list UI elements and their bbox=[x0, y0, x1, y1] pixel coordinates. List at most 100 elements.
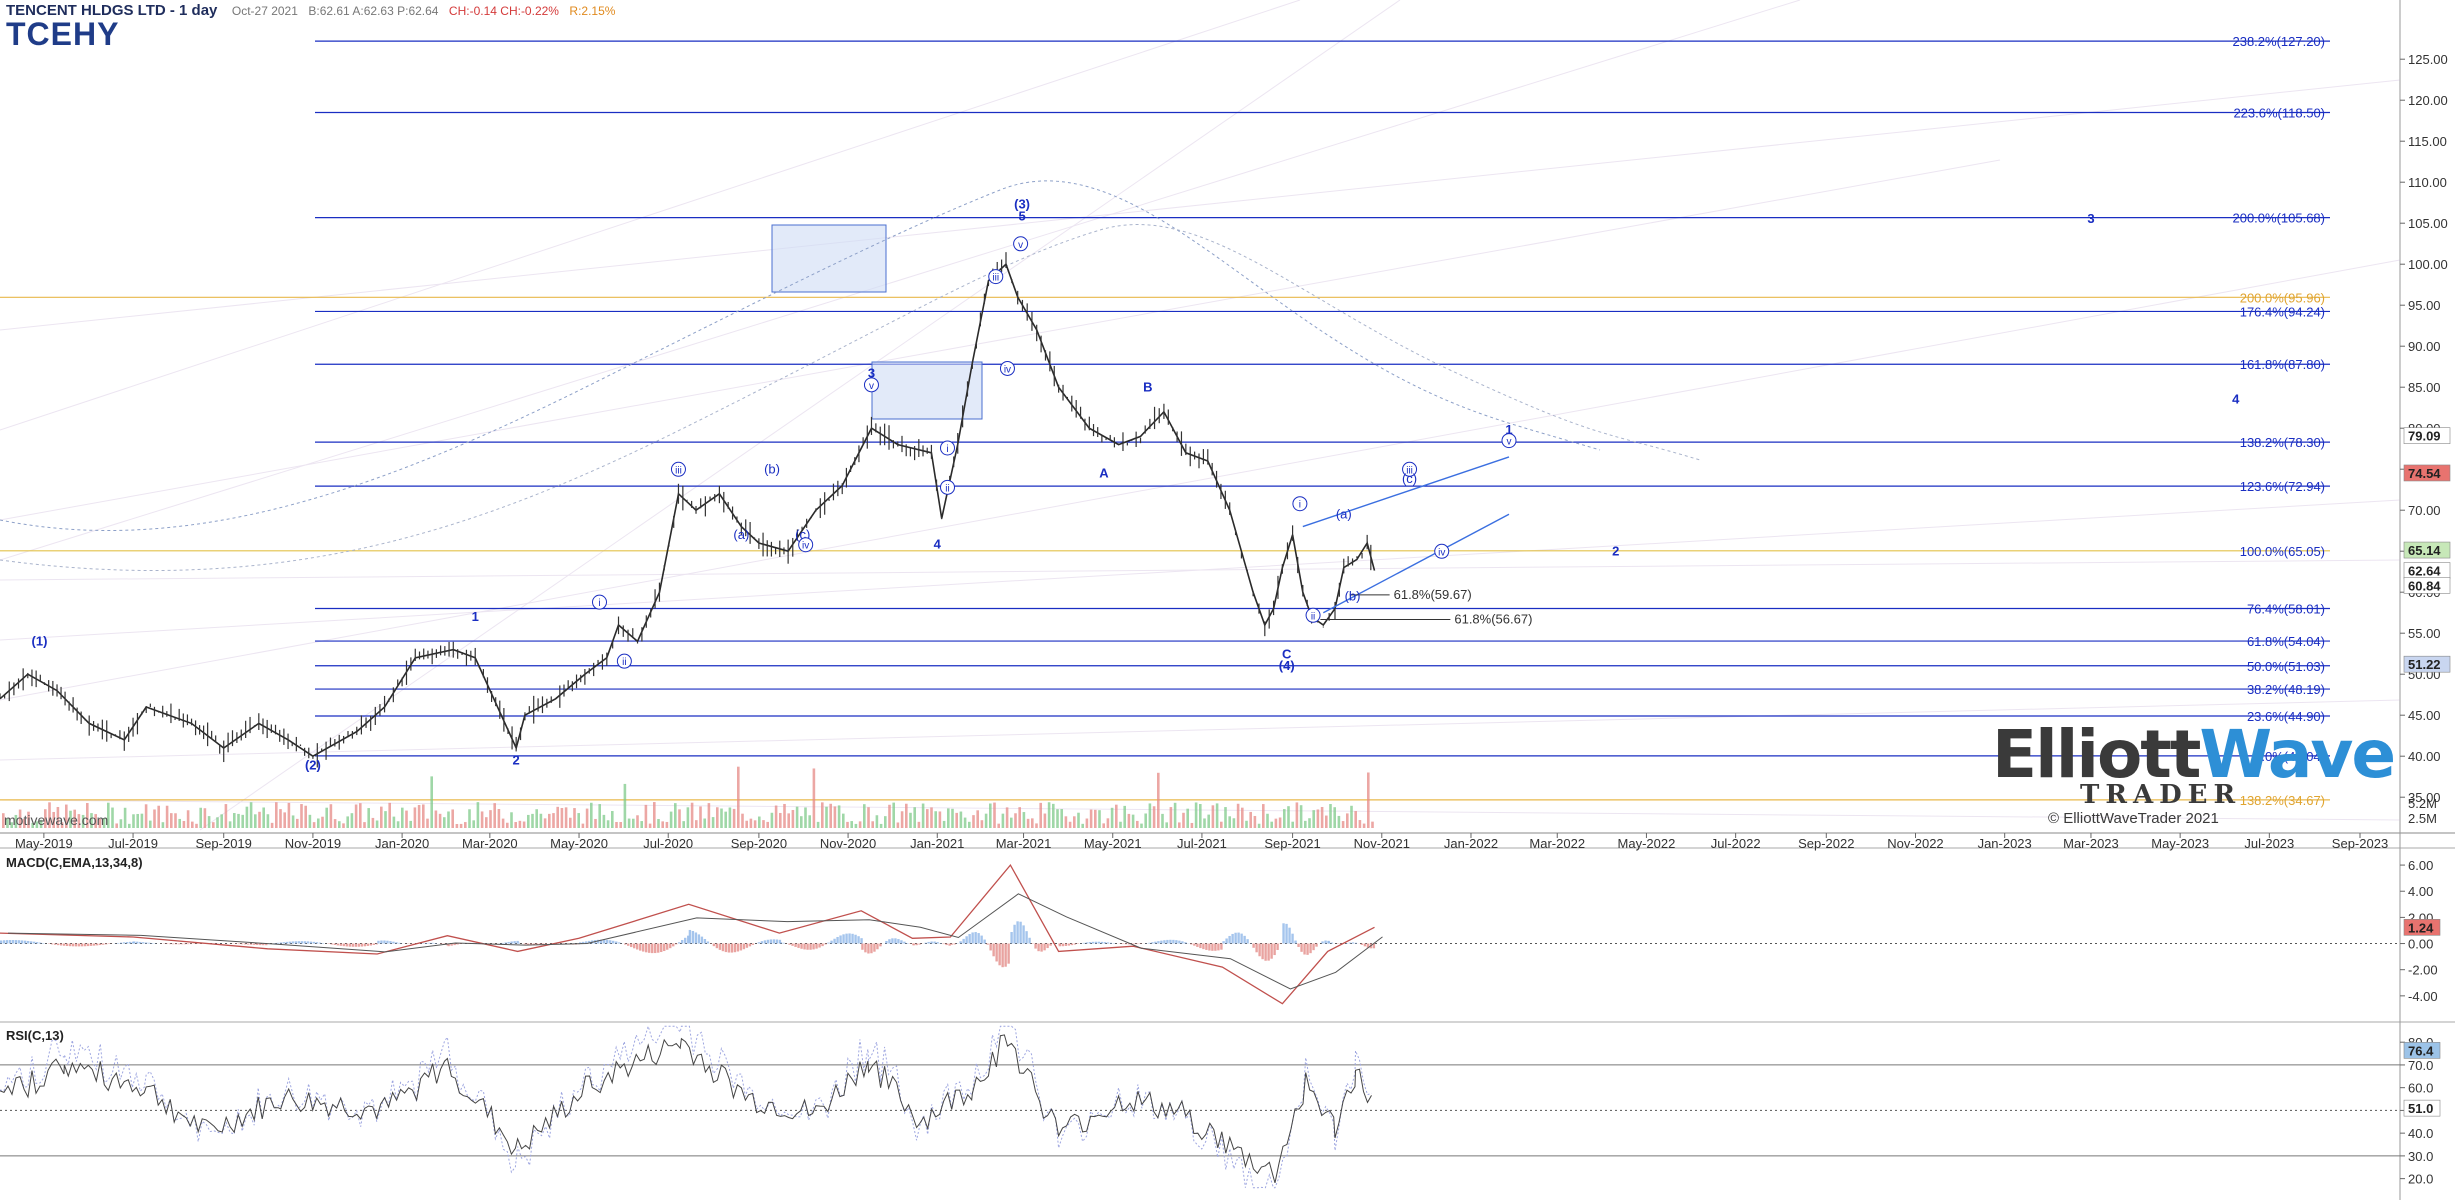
volume-bar bbox=[535, 809, 538, 828]
volume-bar bbox=[686, 807, 690, 828]
y-tick-label: 55.00 bbox=[2408, 626, 2441, 641]
macd-hist-bar bbox=[694, 932, 698, 944]
volume-bar bbox=[951, 808, 954, 828]
volume-bar bbox=[140, 813, 144, 828]
volume-bar bbox=[875, 815, 879, 828]
header-quote: B:62.61 A:62.63 P:62.64 bbox=[308, 4, 439, 18]
volume-bar bbox=[266, 814, 270, 828]
volume-bar bbox=[615, 821, 618, 828]
volume-bar bbox=[779, 812, 782, 828]
volume-bar bbox=[199, 807, 202, 828]
y-tick-label: 85.00 bbox=[2408, 380, 2441, 395]
volume-bar bbox=[808, 815, 811, 828]
volume-bar bbox=[472, 820, 475, 828]
volume-bar bbox=[430, 776, 433, 828]
volume-bar bbox=[934, 811, 937, 828]
volume-bar bbox=[829, 803, 832, 828]
rsi-y-tick-label: 70.0 bbox=[2408, 1058, 2433, 1073]
macd-hist-bar bbox=[333, 943, 336, 945]
macd-hist-bar bbox=[609, 940, 612, 944]
macd-hist-bar bbox=[87, 943, 90, 947]
volume-bar bbox=[590, 802, 593, 828]
volume-bar bbox=[1199, 804, 1202, 828]
volume-bar bbox=[384, 811, 387, 828]
wave-label: i bbox=[598, 598, 600, 609]
x-tick-label: May-2021 bbox=[1084, 836, 1142, 851]
volume-bar bbox=[669, 811, 673, 828]
macd-hist-bar bbox=[1294, 940, 1297, 944]
volume-bar bbox=[884, 816, 887, 828]
volume-bar bbox=[1194, 802, 1198, 828]
volume-bar bbox=[976, 810, 979, 828]
orange-level-label: 200.0%(95.96) bbox=[2240, 290, 2325, 305]
volume-bar bbox=[1102, 823, 1105, 828]
macd-hist-bar bbox=[184, 943, 187, 945]
volume-bar bbox=[359, 803, 362, 828]
macd-hist-bar bbox=[1124, 943, 1128, 945]
macd-hist-bar bbox=[1043, 943, 1046, 951]
volume-bar bbox=[594, 818, 597, 828]
x-tick-label: Jul-2023 bbox=[2244, 836, 2294, 851]
volume-bar bbox=[207, 816, 211, 828]
macd-hist-bar bbox=[84, 943, 87, 947]
macd-hist-bar bbox=[72, 943, 75, 947]
macd-hist-bar bbox=[803, 943, 806, 950]
volume-bar bbox=[863, 804, 866, 828]
wave-label: (3) bbox=[1014, 196, 1030, 211]
target-box bbox=[871, 361, 983, 420]
logo-copyright: © ElliottWaveTrader 2021 bbox=[2048, 810, 2219, 827]
macd-hist-bar bbox=[523, 943, 527, 945]
volume-bar bbox=[1136, 820, 1139, 828]
volume-bar bbox=[1203, 818, 1206, 828]
volume-bar bbox=[947, 808, 950, 828]
macd-hist-bar bbox=[860, 938, 863, 944]
y-tick-label: 125.00 bbox=[2408, 52, 2448, 67]
macd-hist-bar bbox=[830, 940, 833, 944]
macd-hist-bar bbox=[27, 940, 30, 944]
volume-bar bbox=[149, 820, 152, 828]
fib-ratio-label: 61.8%(59.67) bbox=[1394, 587, 1472, 602]
volume-bar bbox=[1274, 818, 1278, 828]
volume-bar bbox=[447, 811, 450, 828]
volume-bar bbox=[464, 822, 467, 828]
macd-hist-bar bbox=[879, 943, 882, 947]
macd-hist-bar bbox=[513, 941, 516, 944]
macd-hist-bar bbox=[930, 941, 933, 944]
x-tick-label: Sep-2022 bbox=[1798, 836, 1854, 851]
y-tick-label: 120.00 bbox=[2408, 93, 2448, 108]
volume-bar bbox=[396, 821, 400, 828]
macd-hist-bar bbox=[1181, 941, 1184, 944]
volume-bar bbox=[1089, 809, 1093, 828]
macd-hist-bar bbox=[867, 943, 870, 954]
volume-bar bbox=[1094, 809, 1097, 828]
volume-bar bbox=[1056, 809, 1059, 828]
macd-hist-bar bbox=[821, 943, 824, 947]
volume-bar bbox=[1031, 818, 1034, 828]
volume-bar bbox=[1026, 818, 1030, 828]
volume-bar bbox=[892, 802, 895, 828]
macd-hist-bar bbox=[992, 943, 995, 957]
macd-hist-bar bbox=[15, 940, 18, 944]
macd-hist-bar bbox=[60, 943, 63, 946]
y-tick-label: 90.00 bbox=[2408, 339, 2441, 354]
macd-hist-bar bbox=[1049, 943, 1052, 946]
macd-hist-bar bbox=[1285, 923, 1288, 944]
fib-level-label: 176.4%(94.24) bbox=[2240, 304, 2325, 319]
macd-hist-bar bbox=[39, 942, 42, 944]
macd-hist-bar bbox=[279, 942, 282, 944]
volume-bar bbox=[959, 811, 963, 828]
macd-hist-bar bbox=[827, 942, 830, 944]
volume-bar bbox=[170, 813, 173, 828]
volume-bar bbox=[766, 821, 769, 828]
volume-bar bbox=[980, 820, 984, 828]
macd-hist-bar bbox=[794, 943, 797, 947]
volume-bar bbox=[1295, 802, 1299, 828]
volume-bar bbox=[560, 807, 564, 828]
header-date: Oct-27 2021 bbox=[231, 4, 298, 18]
volume-bar bbox=[401, 807, 404, 828]
macd-hist-bar bbox=[120, 942, 123, 944]
macd-hist-bar bbox=[282, 942, 285, 944]
x-tick-label: Mar-2023 bbox=[2063, 836, 2119, 851]
volume-bar bbox=[1337, 815, 1341, 828]
macd-hist-bar bbox=[428, 942, 431, 944]
